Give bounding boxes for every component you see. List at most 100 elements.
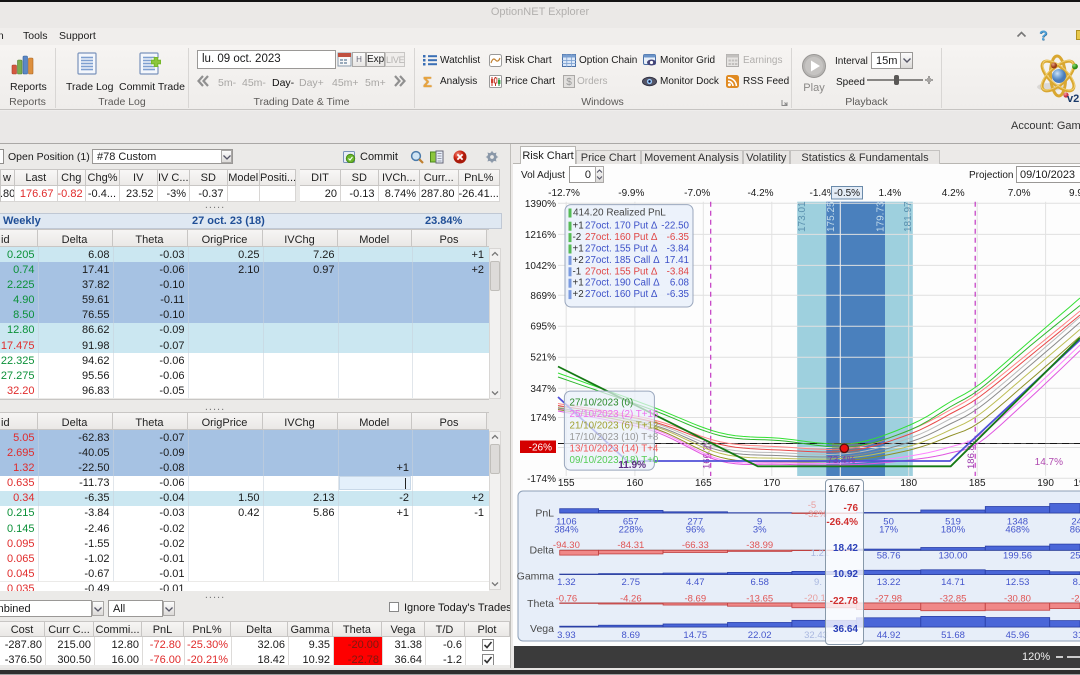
svg-text:1216%: 1216%: [525, 230, 556, 241]
svg-text:1.4%: 1.4%: [879, 188, 902, 199]
svg-text:199.56: 199.56: [1003, 551, 1032, 562]
svg-text:-3.84: -3.84: [667, 266, 690, 277]
svg-text:+2: +2: [573, 255, 584, 266]
svg-text:468%: 468%: [1005, 525, 1030, 536]
svg-text:-174%: -174%: [527, 474, 556, 485]
svg-text:130.00: 130.00: [938, 551, 967, 562]
svg-text:-9.9%: -9.9%: [618, 188, 644, 199]
svg-text:-3.84: -3.84: [667, 244, 690, 255]
svg-text:96%: 96%: [686, 525, 706, 536]
svg-text:17/10/2023 (10) T+8: 17/10/2023 (10) T+8: [570, 432, 659, 443]
svg-text:25/10/2023 (2) T+16: 25/10/2023 (2) T+16: [570, 409, 659, 420]
svg-text:44.92: 44.92: [877, 630, 901, 641]
svg-text:-66.33: -66.33: [682, 540, 709, 551]
svg-text:1042%: 1042%: [525, 261, 556, 272]
svg-text:27oct. 170 Put Δ: 27oct. 170 Put Δ: [585, 221, 658, 232]
svg-text:27oct. 160 Put Δ: 27oct. 160 Put Δ: [585, 232, 658, 243]
svg-text:-13.65: -13.65: [746, 594, 773, 605]
svg-text:45.96: 45.96: [1006, 630, 1030, 641]
svg-text:27/10/2023 (0): 27/10/2023 (0): [570, 398, 634, 409]
svg-text:-26%: -26%: [529, 443, 552, 454]
svg-text:-27.98: -27.98: [875, 594, 902, 605]
svg-text:6.08: 6.08: [670, 278, 690, 289]
svg-text:Theta: Theta: [527, 598, 554, 610]
svg-text:-2: -2: [573, 232, 582, 243]
svg-text:-12.7%: -12.7%: [548, 188, 580, 199]
svg-text:13/10/2023 (14) T+4: 13/10/2023 (14) T+4: [570, 444, 659, 455]
svg-text:21/10/2023 (6) T+12: 21/10/2023 (6) T+12: [570, 421, 659, 432]
svg-text:22.02: 22.02: [748, 630, 772, 641]
svg-text:-6.35: -6.35: [667, 232, 690, 243]
svg-text:-84.31: -84.31: [617, 540, 644, 551]
svg-text:27oct. 155 Put Δ: 27oct. 155 Put Δ: [585, 244, 658, 255]
svg-text:251.9: 251.9: [1070, 551, 1080, 562]
svg-text:-5: -5: [808, 500, 816, 511]
svg-text:-94.30: -94.30: [553, 540, 580, 551]
svg-text:$: $: [566, 77, 572, 88]
svg-text:3%: 3%: [753, 525, 767, 536]
svg-text:Gamma: Gamma: [517, 571, 555, 583]
svg-text:12.53: 12.53: [1006, 577, 1030, 588]
svg-text:+1: +1: [573, 244, 584, 255]
svg-text:27oct. 190 Call Δ: 27oct. 190 Call Δ: [585, 278, 660, 289]
svg-text:-0.76: -0.76: [556, 594, 578, 605]
svg-text:2.75: 2.75: [622, 577, 641, 588]
svg-text:174%: 174%: [530, 413, 556, 424]
svg-text:14.75: 14.75: [683, 630, 707, 641]
svg-text:11.9%: 11.9%: [618, 460, 646, 471]
svg-text:14.71: 14.71: [941, 577, 965, 588]
svg-text:+2: +2: [573, 289, 584, 300]
svg-text:-6.35: -6.35: [667, 289, 690, 300]
svg-text:-23.4: -23.4: [1071, 594, 1080, 605]
svg-text:521%: 521%: [530, 353, 556, 364]
svg-text:695%: 695%: [530, 322, 556, 333]
svg-text:175.25: 175.25: [826, 201, 837, 232]
svg-text:869%: 869%: [530, 291, 556, 302]
svg-text:-30.80: -30.80: [1004, 594, 1031, 605]
svg-text:179.73: 179.73: [876, 201, 887, 232]
svg-text:73.4%: 73.4%: [827, 455, 855, 466]
svg-text:1390%: 1390%: [525, 199, 556, 210]
svg-text:13.22: 13.22: [877, 577, 901, 588]
svg-text:414.20 Realized PnL: 414.20 Realized PnL: [573, 208, 666, 219]
svg-text:173.01: 173.01: [797, 201, 808, 232]
svg-text:228%: 228%: [619, 525, 644, 536]
svg-text:862%: 862%: [1070, 525, 1080, 536]
svg-text:6.58: 6.58: [750, 577, 769, 588]
svg-text:7.0%: 7.0%: [1008, 188, 1031, 199]
svg-text:17%: 17%: [879, 525, 899, 536]
svg-text:17.41: 17.41: [664, 255, 689, 266]
svg-text:384%: 384%: [554, 525, 579, 536]
svg-text:-4.26: -4.26: [620, 594, 642, 605]
svg-text:8.62: 8.62: [1073, 577, 1080, 588]
svg-text:Delta: Delta: [529, 545, 554, 557]
svg-text:PnL: PnL: [535, 508, 554, 520]
svg-text:+1: +1: [573, 278, 584, 289]
svg-text:-0.5%: -0.5%: [834, 188, 860, 199]
svg-text:+1: +1: [573, 221, 584, 232]
svg-text:4.47: 4.47: [686, 577, 705, 588]
svg-text:181.97: 181.97: [903, 201, 914, 232]
svg-text:Vega: Vega: [530, 623, 554, 635]
svg-text:8.69: 8.69: [622, 630, 641, 641]
svg-text:-1: -1: [573, 266, 582, 277]
svg-text:-38.99: -38.99: [746, 540, 773, 551]
svg-text:4.2%: 4.2%: [942, 188, 965, 199]
svg-text:1.32: 1.32: [557, 577, 576, 588]
svg-text:347%: 347%: [530, 384, 556, 395]
svg-text:-32.85: -32.85: [940, 594, 967, 605]
svg-text:58.76: 58.76: [877, 551, 901, 562]
svg-text:27oct. 155 Put Δ: 27oct. 155 Put Δ: [585, 266, 658, 277]
svg-text:-4.2%: -4.2%: [747, 188, 773, 199]
svg-text:9.9: 9.9: [1069, 188, 1080, 199]
svg-text:51.68: 51.68: [941, 630, 965, 641]
svg-text:-8.69: -8.69: [684, 594, 706, 605]
svg-text:31.2: 31.2: [1073, 630, 1080, 641]
svg-text:-22.50: -22.50: [661, 221, 689, 232]
svg-text:-7.0%: -7.0%: [684, 188, 710, 199]
svg-text:180%: 180%: [941, 525, 966, 536]
svg-text:3.93: 3.93: [557, 630, 576, 641]
svg-text:27oct. 185 Call Δ: 27oct. 185 Call Δ: [585, 255, 660, 266]
svg-text:27oct. 160 Put Δ: 27oct. 160 Put Δ: [585, 289, 658, 300]
svg-text:14.7%: 14.7%: [1035, 457, 1063, 468]
